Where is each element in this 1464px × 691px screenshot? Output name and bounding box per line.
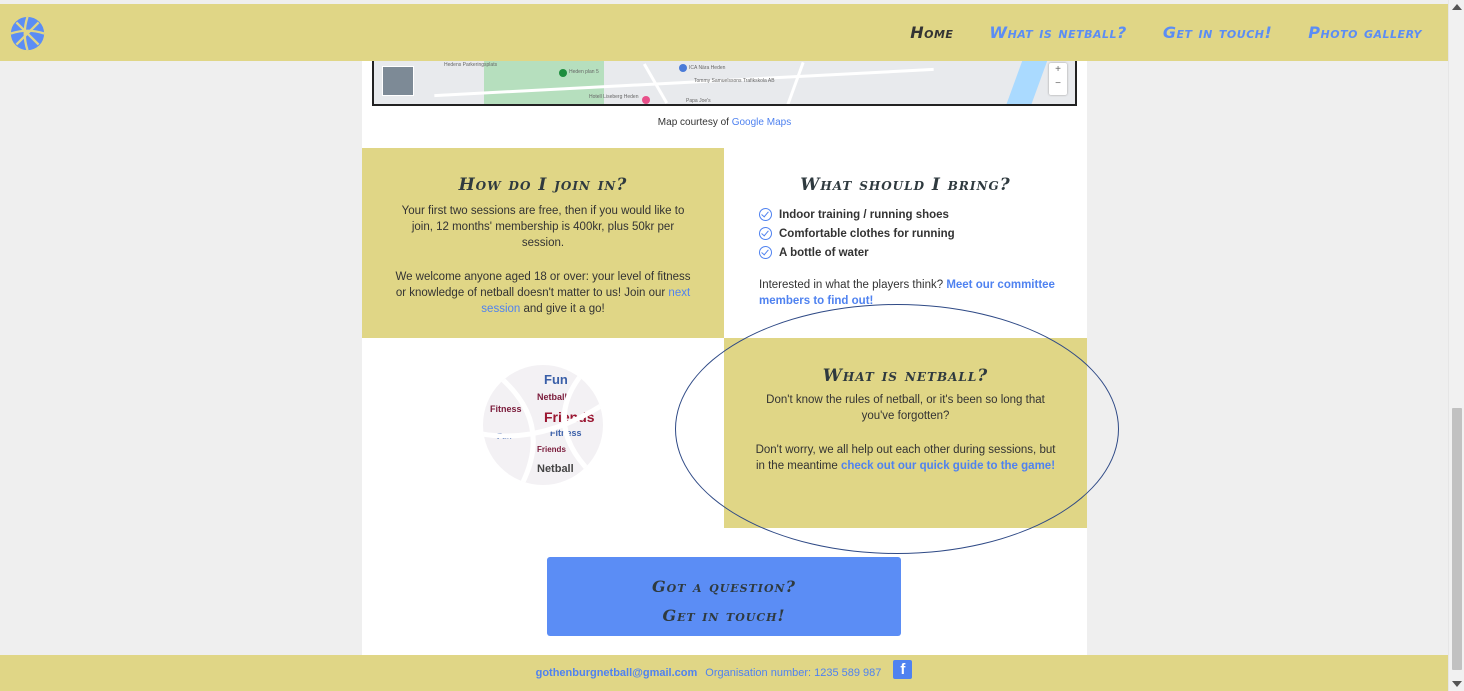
google-map[interactable]: Hedens Parkeringsplats Heden plan 5 ICA …: [372, 61, 1077, 106]
what-is-netball-section: What is netball? Don't know the rules of…: [724, 338, 1087, 528]
scrollbar-thumb[interactable]: [1452, 408, 1462, 670]
word-cloud-word: Fun: [544, 372, 568, 387]
map-label: Heden plan 5: [569, 69, 599, 75]
google-maps-link[interactable]: Google Maps: [732, 117, 791, 128]
get-in-touch-button[interactable]: Got a question? Get in touch!: [547, 557, 901, 636]
navbar: Home What is netball? Get in touch! Phot…: [0, 4, 1448, 61]
join-para1: Your first two sessions are free, then i…: [401, 205, 685, 249]
facebook-icon[interactable]: f: [893, 659, 913, 679]
netball-logo-icon[interactable]: [9, 15, 46, 52]
cta-line1: Got a question?: [652, 577, 796, 596]
map-label: Tommy Samuelssons Trafikskola AB: [694, 78, 775, 84]
main-content: Hedens Parkeringsplats Heden plan 5 ICA …: [362, 61, 1087, 655]
map-streetview-thumbnail[interactable]: [382, 66, 414, 96]
check-circle-icon: [759, 246, 772, 259]
netball-word-cloud-image: Fun Netball Fitness Friends Fun Fitness …: [483, 365, 603, 485]
bring-list: Indoor training / running shoes Comforta…: [759, 205, 1087, 262]
cta-line2: Get in touch!: [662, 606, 786, 625]
scroll-up-arrow-icon[interactable]: [1452, 4, 1462, 10]
map-label: Papa Joe's: [686, 98, 711, 104]
footer-org-number: Organisation number: 1235 589 987: [705, 667, 882, 679]
word-cloud-word: Friends: [537, 445, 566, 454]
map-label: Hedens Parkeringsplats: [444, 62, 498, 68]
nav-get-in-touch[interactable]: Get in touch!: [1163, 23, 1272, 42]
footer: gothenburgnetball@gmail.com Organisation…: [0, 655, 1448, 691]
map-pin-icon[interactable]: [559, 69, 567, 77]
vertical-scrollbar[interactable]: [1448, 0, 1464, 691]
bring-text: Interested in what the players think? Me…: [759, 279, 1055, 307]
word-cloud-word: Netball: [537, 463, 574, 475]
what-para1: Don't know the rules of netball, or it's…: [766, 394, 1045, 422]
map-road: [786, 61, 805, 104]
nav-photo-gallery[interactable]: Photo gallery: [1308, 23, 1422, 42]
ball-image-area: Fun Netball Fitness Friends Fun Fitness …: [362, 338, 724, 528]
check-circle-icon: [759, 227, 772, 240]
list-item: Indoor training / running shoes: [759, 205, 1087, 224]
map-river: [1005, 61, 1048, 104]
word-cloud-word: Fitness: [490, 404, 522, 414]
scroll-down-arrow-icon[interactable]: [1452, 681, 1462, 687]
word-cloud-word: Netball: [537, 392, 567, 402]
map-label: Hotell Liseberg Heden: [589, 94, 639, 100]
join-para2: We welcome anyone aged 18 or over: your …: [395, 271, 691, 315]
bring-title: What should I bring?: [800, 175, 1011, 195]
map-zoom-controls[interactable]: + −: [1049, 63, 1067, 95]
map-park: [484, 61, 604, 104]
list-item: Comfortable clothes for running: [759, 224, 1087, 243]
map-pin-icon[interactable]: [679, 64, 687, 72]
what-title: What is netball?: [822, 366, 989, 386]
what-para2: Don't worry, we all help out each other …: [755, 444, 1056, 472]
footer-email-link[interactable]: gothenburgnetball@gmail.com: [536, 667, 698, 679]
map-caption: Map courtesy of Google Maps: [657, 117, 792, 128]
nav-home[interactable]: Home: [910, 23, 953, 42]
map-pin-icon[interactable]: [642, 96, 650, 104]
main-nav: Home What is netball? Get in touch! Phot…: [910, 4, 1422, 61]
join-title: How do I join in?: [458, 175, 628, 195]
quick-guide-link[interactable]: check out our quick guide to the game!: [841, 460, 1055, 472]
map-label: ICA Nära Heden: [689, 65, 726, 71]
nav-what-is-netball[interactable]: What is netball?: [989, 23, 1126, 42]
list-item: A bottle of water: [759, 243, 1087, 262]
check-circle-icon: [759, 208, 772, 221]
join-section: How do I join in? Your first two session…: [362, 148, 724, 338]
bring-section: What should I bring? Indoor training / r…: [724, 148, 1087, 338]
